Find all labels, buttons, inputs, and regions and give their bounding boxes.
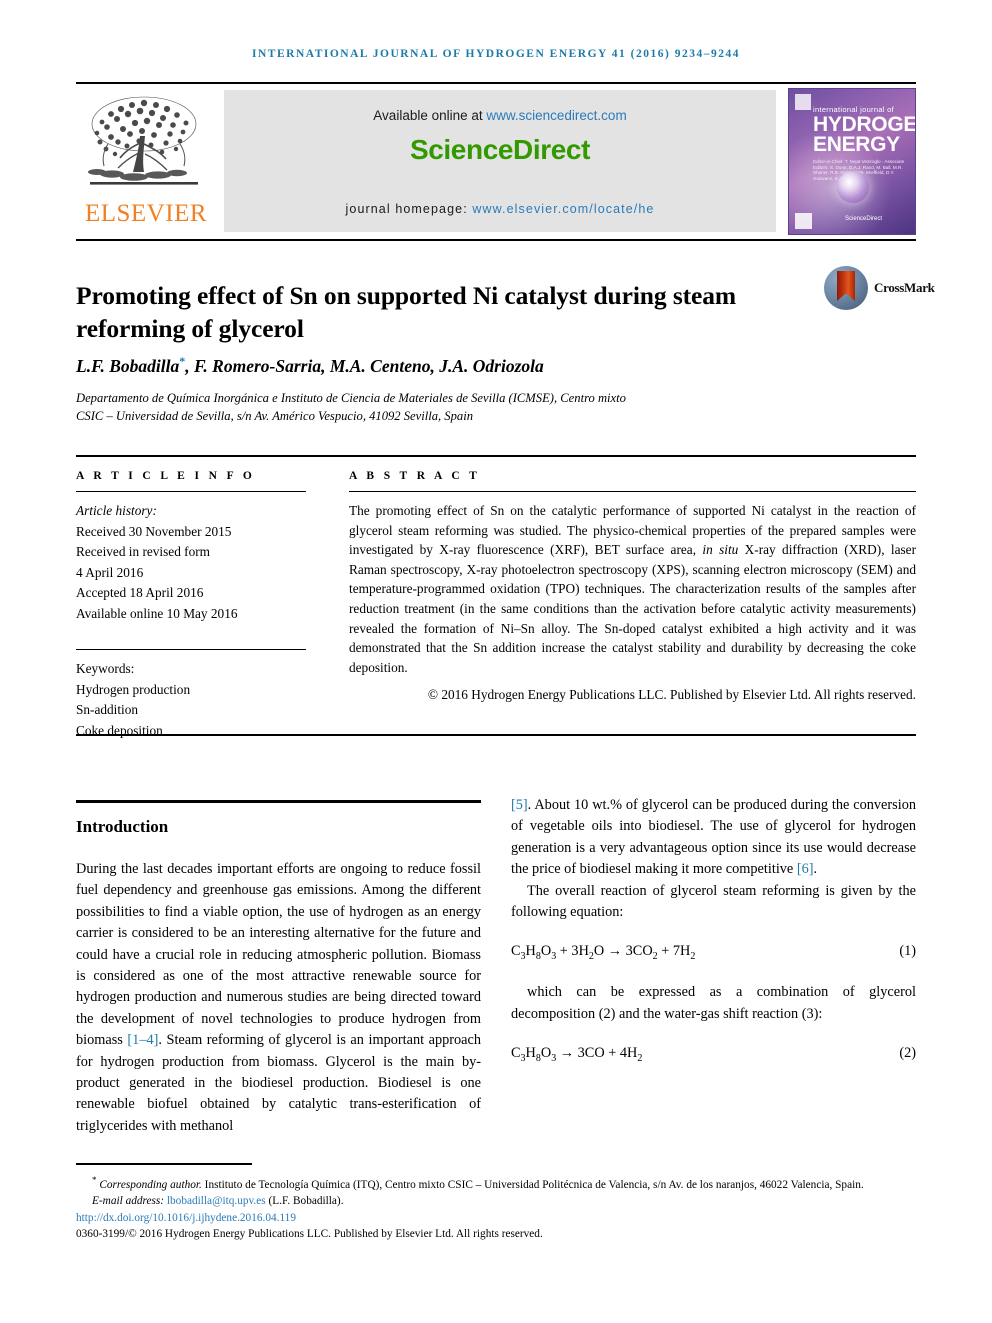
email-link[interactable]: lbobadilla@itq.upv.es [167, 1195, 266, 1207]
journal-homepage-link[interactable]: www.elsevier.com/locate/he [472, 202, 654, 216]
affiliation: Departamento de Química Inorgánica e Ins… [76, 390, 796, 425]
article-info-top-rule [76, 455, 916, 457]
intro-paragraph-left: During the last decades important effort… [76, 859, 481, 1137]
abstract-column: A B S T R A C T The promoting effect of … [349, 470, 916, 705]
abstract-in-situ: in situ [702, 542, 739, 558]
abstract-bottom-rule [76, 734, 916, 736]
abstract-text: The promoting effect of Sn on the cataly… [349, 501, 916, 677]
elsevier-logo: ELSEVIER [76, 88, 216, 236]
equation-2-number: (2) [899, 1045, 916, 1062]
affiliation-line-2: CSIC – Universidad de Sevilla, s/n Av. A… [76, 408, 473, 423]
elsevier-tree-icon [88, 96, 198, 185]
article-history-block: Article history: Received 30 November 20… [76, 501, 306, 624]
keyword-item: Sn-addition [76, 702, 139, 717]
top-rule [76, 82, 916, 84]
equation-1-body: C3H8O3 + 3H2O → 3CO2 + 7H2 [511, 943, 696, 963]
email-owner: (L.F. Bobadilla). [265, 1195, 344, 1208]
keywords-list: Keywords: Hydrogen production Sn-additio… [76, 659, 306, 741]
article-history-item: 4 April 2016 [76, 564, 144, 580]
intro-text-a: During the last decades important effort… [76, 861, 481, 1049]
body-right-column: [5]. About 10 wt.% of glycerol can be pr… [511, 795, 916, 1084]
corresponding-author-address: Instituto de Tecnología Química (ITQ), C… [201, 1178, 864, 1191]
overall-reaction-paragraph: The overall reaction of glycerol steam r… [511, 882, 916, 921]
cover-sciencedirect-label: ScienceDirect [845, 216, 883, 222]
journal-homepage-label: journal homepage: [345, 202, 473, 216]
issn-copyright: 0360-3199/© 2016 Hydrogen Energy Publica… [76, 1227, 543, 1240]
article-history-item: Received in revised form [76, 544, 211, 559]
keyword-item: Hydrogen production [76, 681, 191, 697]
doi-link[interactable]: http://dx.doi.org/10.1016/j.ijhydene.201… [76, 1210, 916, 1226]
right-text-a: . About 10 wt.% of glycerol can be produ… [511, 797, 916, 878]
keywords-block: Keywords: Hydrogen production Sn-additio… [76, 649, 306, 741]
corresponding-author-label: Corresponding author. [99, 1178, 202, 1191]
article-info-column: A R T I C L E I N F O Article history: R… [76, 470, 306, 741]
article-history-item: Received 30 November 2015 [76, 523, 232, 539]
abstract-heading: A B S T R A C T [349, 470, 481, 482]
journal-homepage-text: journal homepage: www.elsevier.com/locat… [224, 202, 776, 216]
email-label: E-mail address: [92, 1195, 167, 1208]
equation-2-body: C3H8O3 → 3CO + 4H2 [511, 1045, 643, 1064]
article-info-heading: A R T I C L E I N F O [76, 470, 256, 482]
body-left-column: Introduction During the last decades imp… [76, 800, 481, 1137]
abstract-copyright: © 2016 Hydrogen Energy Publications LLC.… [427, 687, 916, 703]
elsevier-wordmark: ELSEVIER [84, 200, 208, 227]
citation-6[interactable]: [6] [797, 861, 814, 877]
equation-1-number: (1) [899, 943, 916, 960]
abstract-hairline [349, 491, 916, 492]
keyword-item: Coke deposition [76, 722, 163, 738]
journal-cover-thumbnail[interactable]: international journal of HYDROGEN ENERGY… [788, 88, 916, 235]
email-note: E-mail address: lbobadilla@itq.upv.es (L… [76, 1193, 916, 1209]
corresponding-author-note: * Corresponding author. Instituto de Tec… [76, 1172, 916, 1193]
sciencedirect-wordmark[interactable]: ScienceDirect [224, 134, 776, 166]
page-title: Promoting effect of Sn on supported Ni c… [76, 281, 737, 344]
sciencedirect-url-link[interactable]: www.sciencedirect.com [486, 108, 626, 123]
available-online-label: Available online at [373, 108, 487, 123]
citation-5[interactable]: [5] [511, 797, 528, 813]
footnote-rule [76, 1163, 252, 1165]
cover-title-line2: ENERGY [813, 133, 900, 156]
article-history-item: Available online 10 May 2016 [76, 605, 238, 621]
cover-ring-decoration [837, 171, 869, 203]
article-history-item: Accepted 18 April 2016 [76, 585, 204, 600]
decomposition-paragraph: which can be expressed as a combination … [511, 984, 916, 1022]
crossmark-badge[interactable]: CrossMark [824, 266, 935, 312]
article-page: INTERNATIONAL JOURNAL OF HYDROGEN ENERGY… [0, 0, 992, 1323]
cover-sciencedirect-mark-icon [795, 213, 812, 229]
citation-1-4[interactable]: [1–4] [127, 1032, 158, 1048]
crossmark-label: CrossMark [874, 280, 935, 295]
author-list: L.F. Bobadilla*, F. Romero-Sarria, M.A. … [76, 354, 916, 377]
section-title-introduction: Introduction [76, 817, 169, 836]
cover-elsevier-mark-icon [795, 94, 811, 110]
page-footer: * Corresponding author. Instituto de Tec… [76, 1172, 916, 1242]
affiliation-line-1: Departamento de Química Inorgánica e Ins… [76, 391, 626, 405]
sciencedirect-band: Available online at www.sciencedirect.co… [224, 90, 776, 232]
corresponding-author-asterisk: * [179, 354, 186, 368]
author-names: L.F. Bobadilla*, F. Romero-Sarria, M.A. … [76, 354, 544, 376]
article-info-hairline [76, 491, 306, 492]
masthead: ELSEVIER Available online at www.science… [76, 88, 916, 236]
equation-2-row: C3H8O3 → 3CO + 4H2 (2) [511, 1045, 916, 1064]
corresponding-author-marker: * [92, 1175, 97, 1185]
keywords-label: Keywords: [76, 661, 135, 676]
running-head: INTERNATIONAL JOURNAL OF HYDROGEN ENERGY… [252, 48, 740, 60]
section-rule [76, 800, 481, 803]
article-history-label: Article history: [76, 503, 157, 518]
abstract-part-2: X-ray diffraction (XRD), laser Raman spe… [349, 542, 916, 675]
masthead-bottom-rule [76, 239, 916, 241]
keywords-hairline [76, 649, 306, 650]
right-text-b: . [813, 861, 818, 878]
cover-title-line1: HYDROGEN [813, 113, 916, 136]
intro-paragraph-right: [5]. About 10 wt.% of glycerol can be pr… [511, 795, 916, 881]
available-online-text: Available online at www.sciencedirect.co… [224, 108, 776, 123]
equation-1-row: C3H8O3 + 3H2O → 3CO2 + 7H2 (1) [511, 943, 916, 962]
